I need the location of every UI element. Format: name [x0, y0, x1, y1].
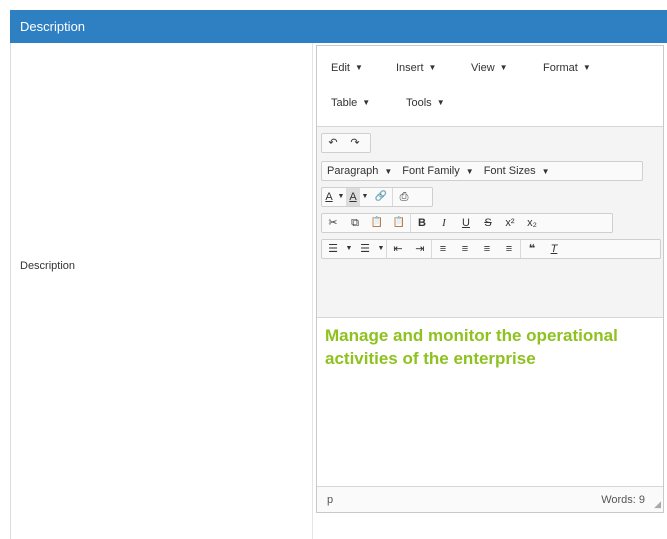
- font-sizes-select[interactable]: Font Sizes ▼: [479, 162, 555, 180]
- underline-button[interactable]: U: [455, 214, 477, 232]
- menu-insert-label: Insert: [396, 62, 424, 74]
- blockquote-icon[interactable]: ❝: [521, 240, 543, 258]
- menu-table[interactable]: Table ▼: [331, 97, 370, 109]
- text-color-button[interactable]: A: [322, 188, 336, 206]
- editor-content[interactable]: Manage and monitor the operational activ…: [317, 318, 663, 488]
- cut-icon[interactable]: ✂: [322, 214, 344, 232]
- editor-toolbar: ↶ ↷ Paragraph ▼ Font Family ▼ Font Sizes ▼ A ▼ A…: [317, 126, 663, 318]
- align-right-icon[interactable]: ≡: [476, 240, 498, 258]
- menu-view[interactable]: View ▼: [471, 62, 508, 74]
- word-count: Words: 9: [601, 494, 645, 506]
- background-color-button[interactable]: A: [346, 188, 360, 206]
- chevron-down-icon: ▼: [362, 98, 371, 107]
- clear-formatting-icon[interactable]: T: [543, 240, 565, 258]
- link-icon[interactable]: 🔗: [370, 188, 392, 206]
- menu-format[interactable]: Format ▼: [543, 62, 591, 74]
- chevron-down-icon: ▼: [465, 167, 474, 176]
- menu-tools-label: Tools: [406, 97, 432, 109]
- chevron-down-icon: ▼: [499, 63, 508, 72]
- field-label: Description: [20, 260, 76, 272]
- font-family-select[interactable]: Font Family ▼: [397, 162, 478, 180]
- menu-edit[interactable]: Edit ▼: [331, 62, 363, 74]
- subscript-button[interactable]: x₂: [521, 214, 543, 232]
- chevron-down-icon: ▼: [582, 63, 591, 72]
- menu-edit-label: Edit: [331, 62, 350, 74]
- bullet-list-icon[interactable]: ☰: [322, 240, 344, 258]
- chevron-down-icon[interactable]: ▼: [360, 188, 370, 206]
- element-path[interactable]: p: [327, 494, 333, 506]
- paragraph-select[interactable]: Paragraph ▼: [322, 162, 397, 180]
- chevron-down-icon[interactable]: ▼: [344, 240, 354, 258]
- italic-button[interactable]: I: [433, 214, 455, 232]
- menu-table-label: Table: [331, 97, 358, 109]
- column-divider: [312, 43, 313, 539]
- justify-icon[interactable]: ≡: [498, 240, 520, 258]
- format-select-group: Paragraph ▼ Font Family ▼ Font Sizes ▼: [321, 161, 643, 181]
- section-header: Description: [10, 10, 667, 43]
- menu-view-label: View: [471, 62, 495, 74]
- chevron-down-icon: ▼: [384, 167, 393, 176]
- font-family-label: Font Family: [402, 165, 460, 177]
- menu-insert[interactable]: Insert ▼: [396, 62, 436, 74]
- chevron-down-icon[interactable]: ▼: [336, 188, 346, 206]
- editor-menubar: Edit ▼ Insert ▼ View ▼ Format ▼ Table ▼ Tools…: [317, 46, 663, 126]
- paragraph-select-label: Paragraph: [327, 165, 379, 177]
- chevron-down-icon: ▼: [541, 167, 550, 176]
- chevron-down-icon: ▼: [428, 63, 437, 72]
- strikethrough-button[interactable]: S: [477, 214, 499, 232]
- paste-text-icon[interactable]: 📋: [388, 214, 410, 232]
- chevron-down-icon[interactable]: ▼: [376, 240, 386, 258]
- redo-button[interactable]: ↷: [344, 134, 366, 152]
- menu-format-label: Format: [543, 62, 578, 74]
- print-icon[interactable]: ⎙: [393, 188, 415, 206]
- undo-button[interactable]: ↶: [322, 134, 344, 152]
- bold-button[interactable]: B: [411, 214, 433, 232]
- paragraph-group: ☰ ▼ ☰ ▼ ⇤ ⇥ ≡ ≡ ≡ ≡ ❝ T: [321, 239, 661, 259]
- resize-handle-icon[interactable]: ◢: [654, 499, 661, 510]
- content-paragraph: Manage and monitor the operational activ…: [325, 326, 618, 368]
- chevron-down-icon: ▼: [354, 63, 363, 72]
- rich-text-editor: Edit ▼ Insert ▼ View ▼ Format ▼ Table ▼ Tools…: [316, 45, 664, 513]
- outdent-icon[interactable]: ⇤: [387, 240, 409, 258]
- menu-tools[interactable]: Tools ▼: [406, 97, 445, 109]
- color-group: A ▼ A ▼ 🔗 ⎙: [321, 187, 433, 207]
- paste-icon[interactable]: 📋: [366, 214, 388, 232]
- align-center-icon[interactable]: ≡: [454, 240, 476, 258]
- superscript-button[interactable]: x²: [499, 214, 521, 232]
- indent-icon[interactable]: ⇥: [409, 240, 431, 258]
- section-title: Description: [20, 19, 86, 34]
- history-group: ↶ ↷: [321, 133, 371, 153]
- font-sizes-label: Font Sizes: [483, 165, 536, 177]
- numbered-list-icon[interactable]: ☰: [354, 240, 376, 258]
- style-group: ✂ ⧉ 📋 📋 B I U Sx² x₂: [321, 213, 613, 233]
- chevron-down-icon: ▼: [436, 98, 445, 107]
- align-left-icon[interactable]: ≡: [432, 240, 454, 258]
- editor-statusbar: p Words: 9 ◢: [317, 486, 663, 512]
- copy-icon[interactable]: ⧉: [344, 214, 366, 232]
